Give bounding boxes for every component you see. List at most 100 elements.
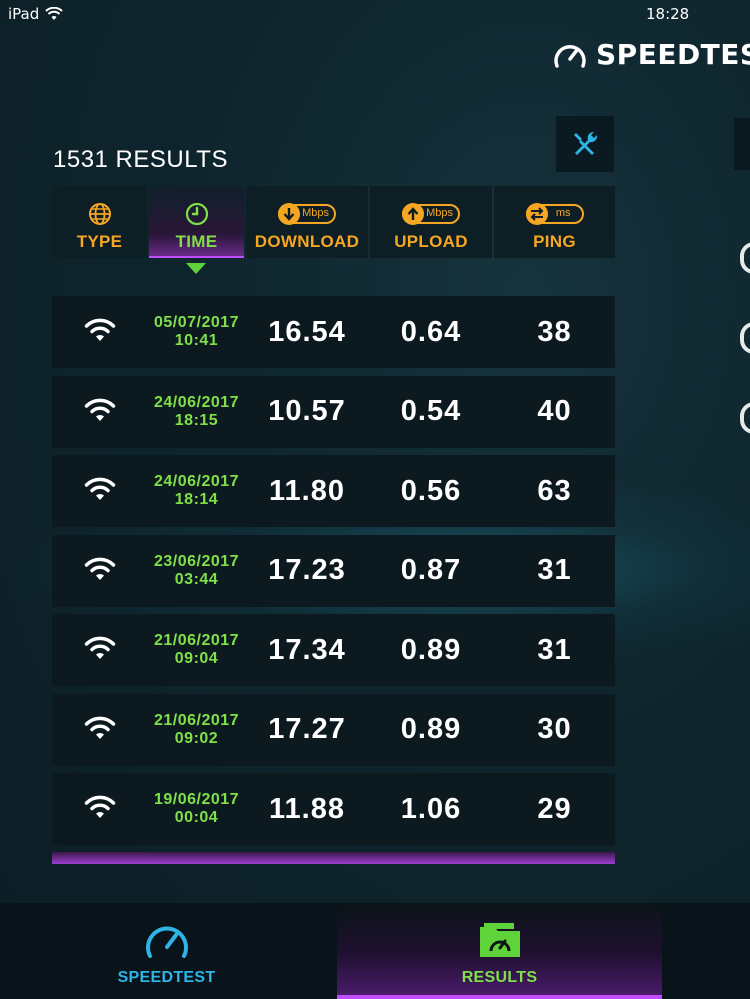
tab-label-results: RESULTS	[461, 969, 538, 986]
column-header-download[interactable]: Mbps DOWNLOAD	[246, 186, 368, 258]
download-unit-pill: Mbps	[278, 203, 336, 225]
speedtest-logo: SPEEDTEST	[552, 38, 750, 71]
globe-icon	[88, 203, 111, 225]
download-unit: Mbps	[302, 207, 329, 219]
result-time: 00:04	[174, 809, 219, 826]
download-value: 17.27	[268, 713, 346, 745]
connection-type-cell	[52, 773, 147, 845]
table-row[interactable]: 21/06/2017 09:04 17.34 0.89 31	[52, 614, 615, 686]
column-label-download: DOWNLOAD	[254, 232, 360, 251]
ping-cell: 38	[494, 296, 615, 368]
table-row[interactable]: 24/06/2017 18:14 11.80 0.56 63	[52, 455, 615, 527]
download-cell: 11.88	[246, 773, 368, 845]
ping-unit-pill: ms	[525, 203, 584, 225]
column-label-type: TYPE	[76, 232, 123, 251]
wifi-icon	[83, 398, 117, 426]
result-date: 19/06/2017	[153, 791, 240, 808]
tab-results[interactable]: RESULTS	[337, 903, 662, 999]
column-label-upload: UPLOAD	[394, 232, 468, 251]
download-value: 11.88	[269, 792, 345, 825]
download-cell: 11.80	[246, 455, 368, 527]
result-date: 21/06/2017	[153, 632, 240, 649]
wifi-icon	[83, 318, 117, 346]
download-cell: 17.34	[246, 614, 368, 686]
download-cell: 10.57	[246, 376, 368, 448]
ping-cell: 31	[494, 614, 615, 686]
result-date: 24/06/2017	[153, 473, 240, 490]
download-cell: 17.27	[246, 694, 368, 766]
device-name: iPad	[8, 5, 40, 23]
download-value: 11.80	[269, 474, 345, 507]
settings-tools-button[interactable]	[556, 116, 614, 172]
table-row-partial[interactable]	[52, 852, 615, 864]
time-cell: 19/06/2017 00:04	[149, 773, 244, 845]
upload-value: 0.89	[400, 633, 462, 666]
download-cell: 16.54	[246, 296, 368, 368]
ping-cell: 40	[494, 376, 615, 448]
wifi-icon	[83, 557, 117, 585]
time-cell: 21/06/2017 09:02	[149, 694, 244, 766]
wifi-icon	[83, 795, 117, 823]
results-count: 1531 RESULTS	[53, 146, 228, 173]
column-label-ping: PING	[533, 232, 576, 251]
table-row[interactable]: 05/07/2017 10:41 16.54 0.64 38	[52, 296, 615, 368]
upload-value: 0.89	[400, 713, 462, 745]
result-date: 24/06/2017	[153, 393, 240, 411]
ping-arrows-icon	[530, 207, 543, 221]
upload-cell: 1.06	[370, 773, 492, 845]
table-row[interactable]: 23/06/2017 03:44 17.23 0.87 31	[52, 534, 615, 607]
ping-value: 38	[537, 315, 572, 348]
time-cell: 05/07/2017 10:41	[149, 296, 244, 368]
side-panel-glyph	[740, 242, 750, 274]
connection-type-cell	[52, 535, 147, 607]
download-value: 16.54	[268, 315, 346, 348]
result-time: 18:14	[174, 491, 219, 508]
upload-cell: 0.56	[370, 455, 492, 527]
table-row[interactable]: 21/06/2017 09:02 17.27 0.89 30	[52, 693, 615, 766]
wifi-icon	[83, 636, 117, 664]
brand-name: SPEEDTEST	[596, 38, 750, 71]
download-arrow-icon	[283, 208, 295, 221]
wifi-icon	[83, 477, 117, 505]
sort-descending-indicator	[186, 263, 206, 274]
upload-unit-pill: Mbps	[402, 203, 460, 225]
result-time: 09:04	[174, 650, 219, 667]
side-panel-toggle[interactable]	[734, 118, 750, 170]
status-time: 18:28	[646, 5, 690, 23]
upload-value: 0.54	[400, 395, 462, 427]
time-cell: 24/06/2017 18:14	[149, 455, 244, 527]
upload-arrow-icon	[407, 207, 419, 220]
column-header-ping[interactable]: ms PING	[494, 186, 615, 258]
tools-icon	[574, 131, 598, 155]
download-value: 17.34	[268, 633, 346, 666]
time-cell: 23/06/2017 03:44	[149, 535, 244, 607]
ping-unit: ms	[555, 207, 571, 219]
upload-value: 0.87	[400, 554, 462, 586]
tab-speedtest[interactable]: SPEEDTEST	[0, 903, 333, 999]
column-header-type[interactable]: TYPE	[52, 186, 147, 258]
column-header-upload[interactable]: Mbps UPLOAD	[370, 186, 492, 258]
results-table-header: TYPE TIME Mbps DOWNLOAD Mbps UPLOAD ms P…	[52, 186, 615, 258]
result-date: 21/06/2017	[153, 711, 240, 729]
ping-value: 31	[537, 554, 572, 586]
table-row[interactable]: 19/06/2017 00:04 11.88 1.06 29	[52, 773, 615, 845]
speedometer-icon	[145, 926, 188, 958]
connection-type-cell	[52, 296, 147, 368]
upload-unit: Mbps	[426, 207, 453, 219]
result-date: 05/07/2017	[153, 314, 240, 331]
ping-value: 63	[537, 474, 572, 507]
column-header-time[interactable]: TIME	[149, 186, 244, 258]
upload-cell: 0.87	[370, 535, 492, 607]
status-bar: iPad 18:28	[0, 0, 750, 28]
connection-type-cell	[52, 694, 147, 766]
upload-cell: 0.89	[370, 694, 492, 766]
upload-cell: 0.89	[370, 614, 492, 686]
ping-cell: 31	[494, 535, 615, 607]
time-cell: 24/06/2017 18:15	[149, 376, 244, 448]
result-time: 03:44	[174, 570, 219, 588]
clock-icon	[185, 202, 208, 226]
bottom-tab-bar: SPEEDTEST RESULTS	[0, 903, 750, 999]
tab-label-speedtest: SPEEDTEST	[117, 969, 216, 986]
table-row[interactable]: 24/06/2017 18:15 10.57 0.54 40	[52, 375, 615, 448]
upload-value: 1.06	[400, 792, 462, 825]
